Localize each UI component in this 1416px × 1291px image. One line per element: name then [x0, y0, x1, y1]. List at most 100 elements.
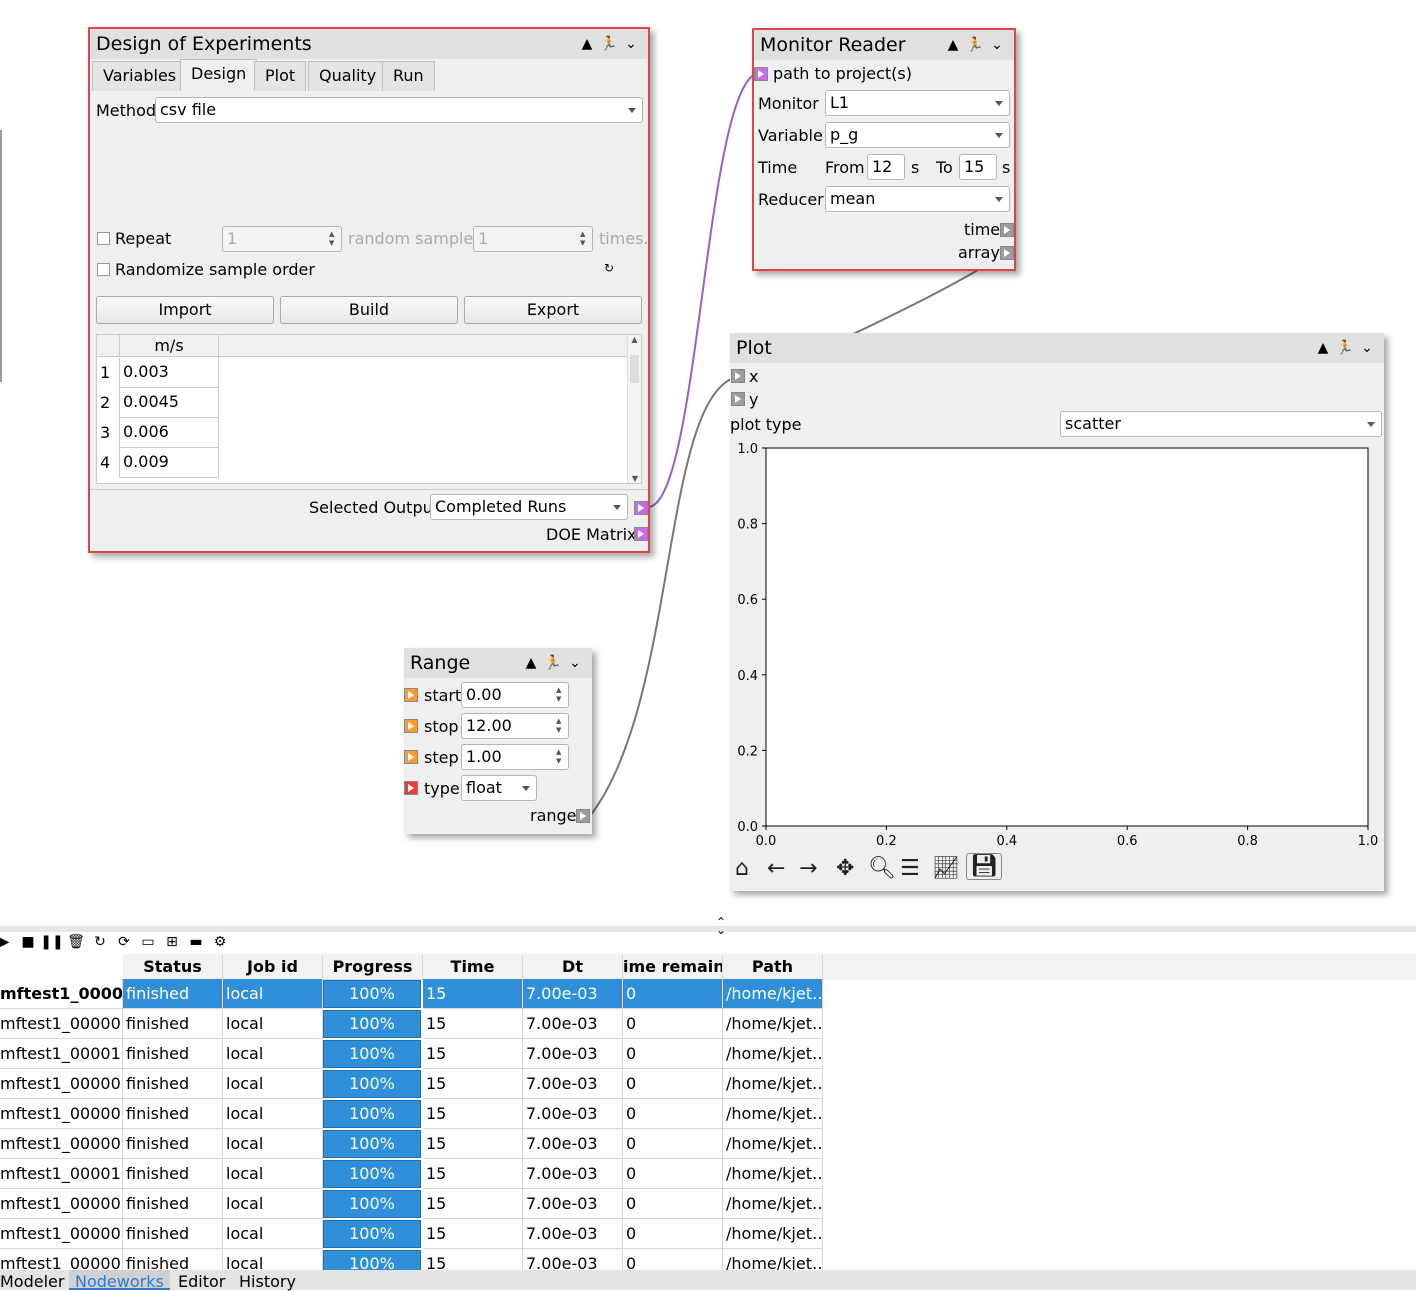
forward-icon[interactable]: →: [799, 856, 817, 881]
status-cell[interactable]: finished: [123, 1039, 223, 1069]
time-remaining-cell[interactable]: 0: [623, 979, 723, 1009]
time-cell[interactable]: 15: [423, 1159, 523, 1189]
status-cell[interactable]: finished: [123, 1009, 223, 1039]
y-terminal[interactable]: [731, 392, 745, 406]
time-remaining-cell[interactable]: 0: [623, 1039, 723, 1069]
table-row[interactable]: mftest1_000009 finished local 15 7.00e-03 0/h…: [0, 1129, 1416, 1159]
play-icon[interactable]: ▶: [0, 934, 16, 950]
table-row[interactable]: mftest1_000012 finished local 15 7.00e-03 0/h…: [0, 1039, 1416, 1069]
status-cell[interactable]: finished: [123, 1219, 223, 1249]
trash-icon[interactable]: 🗑︎: [64, 934, 88, 950]
edit-axes-icon[interactable]: 📈︎: [932, 856, 960, 881]
random-samples-spinbox[interactable]: 1 ▲ ▼: [473, 226, 593, 252]
run-icon[interactable]: 🏃: [542, 655, 564, 671]
chevron-down-icon[interactable]: ⌄: [1356, 340, 1378, 356]
table-row[interactable]: mftest1_000011 finished local 15 7.00e-03 0/h…: [0, 1159, 1416, 1189]
scatter-chart[interactable]: 0.0 0.2 0.4 0.6 0.8 1.0 0.0 0.2 0.4 0.6 0.8 1.0: [730, 440, 1382, 852]
table-scrollbar[interactable]: ▲ ▼: [627, 335, 641, 483]
time-remaining-cell[interactable]: 0: [623, 1069, 723, 1099]
path-cell[interactable]: /home/kjet…: [723, 1219, 823, 1249]
job-name-cell[interactable]: mftest1_000008: [0, 1219, 123, 1249]
time-remaining-cell[interactable]: 0: [623, 1009, 723, 1039]
status-cell[interactable]: finished: [123, 1099, 223, 1129]
folder-icon[interactable]: ▬: [184, 934, 208, 950]
path-cell[interactable]: /home/kjet…: [723, 1129, 823, 1159]
plot-type-select[interactable]: scatter: [1060, 411, 1382, 437]
x-terminal[interactable]: [731, 369, 745, 383]
job-name-cell[interactable]: mftest1_000012: [0, 1039, 123, 1069]
doe-node[interactable]: Design of Experiments ▲ 🏃 ⌄ Variables De…: [88, 27, 650, 553]
stop-terminal[interactable]: [404, 719, 418, 733]
dt-cell[interactable]: 7.00e-03: [523, 1189, 623, 1219]
path-cell[interactable]: /home/kjet…: [723, 1099, 823, 1129]
status-cell[interactable]: finished: [123, 1159, 223, 1189]
column-header[interactable]: m/s: [119, 335, 219, 357]
job-name-cell[interactable]: mftest1_000006: [0, 1069, 123, 1099]
array-terminal[interactable]: [1000, 246, 1014, 260]
time-remaining-cell[interactable]: 0: [623, 1189, 723, 1219]
job-name-cell[interactable]: mftest1_000003: [0, 1189, 123, 1219]
repeat-checkbox[interactable]: [97, 232, 110, 245]
job-id-cell[interactable]: local: [223, 979, 323, 1009]
repeat-spinbox[interactable]: 1 ▲ ▼: [222, 226, 342, 252]
tab-quality[interactable]: Quality: [308, 61, 388, 91]
time-remaining-cell[interactable]: 0: [623, 1219, 723, 1249]
start-terminal[interactable]: [404, 688, 418, 702]
path-cell[interactable]: /home/kjet…: [723, 1069, 823, 1099]
time-cell[interactable]: 15: [423, 1189, 523, 1219]
doe-matrix-table[interactable]: m/s 1 0.003 2 0.0045 3 0.006 4 0.009 ▲ ▼: [96, 334, 642, 484]
run-icon[interactable]: 🏃: [1334, 340, 1356, 356]
scroll-down-icon[interactable]: ▼: [628, 474, 641, 483]
table-row[interactable]: 2 0.0045: [97, 388, 220, 418]
table-row[interactable]: 1 0.003: [97, 358, 220, 388]
job-name-cell[interactable]: mftest1_000005: [0, 1099, 123, 1129]
header-path[interactable]: Path: [723, 954, 823, 980]
gear-icon[interactable]: ⚙: [208, 934, 232, 950]
doe-title-bar[interactable]: Design of Experiments ▲ 🏃 ⌄: [90, 29, 648, 59]
job-id-cell[interactable]: local: [223, 1189, 323, 1219]
monitor-icon[interactable]: ▭: [136, 934, 160, 950]
path-cell[interactable]: /home/kjet…: [723, 1159, 823, 1189]
range-node[interactable]: Range ▲ 🏃 ⌄ start 0.00 ▲ ▼ stop 12.00 ▲ ▼ st…: [404, 648, 592, 834]
chevron-down-icon[interactable]: ⌄: [620, 36, 642, 52]
warning-icon[interactable]: ▲: [520, 655, 542, 671]
export-button[interactable]: Export: [464, 296, 642, 324]
zoom-icon[interactable]: 🔍︎: [868, 856, 896, 881]
stop-icon[interactable]: ■: [16, 934, 40, 950]
tab-editor[interactable]: Editor: [178, 1272, 225, 1291]
randomize-checkbox[interactable]: [97, 263, 110, 276]
job-name-cell[interactable]: mftest1_000001: [0, 1009, 123, 1039]
table-row[interactable]: mftest1_000003 finished local 15 7.00e-03 0/h…: [0, 1189, 1416, 1219]
table-row[interactable]: mftest1_000002finishedlocal 157.00e-030/h…: [0, 979, 1416, 1009]
dt-cell[interactable]: 7.00e-03: [523, 1069, 623, 1099]
time-remaining-cell[interactable]: 0: [623, 1159, 723, 1189]
range-terminal[interactable]: [576, 809, 590, 823]
tab-history[interactable]: History: [239, 1272, 296, 1291]
time-remaining-cell[interactable]: 0: [623, 1129, 723, 1159]
warning-icon[interactable]: ▲: [1312, 340, 1334, 356]
tab-plot[interactable]: Plot: [254, 61, 307, 91]
import-button[interactable]: Import: [96, 296, 274, 324]
job-id-cell[interactable]: local: [223, 1219, 323, 1249]
collapse-chevron-icon[interactable]: ⌃ ⌄: [716, 916, 726, 936]
header-status[interactable]: Status: [123, 954, 223, 980]
type-terminal[interactable]: [404, 781, 418, 795]
type-select[interactable]: float: [461, 775, 537, 801]
warning-icon[interactable]: ▲: [942, 37, 964, 53]
dt-cell[interactable]: 7.00e-03: [523, 1129, 623, 1159]
header-dt[interactable]: Dt: [523, 954, 623, 980]
configure-icon[interactable]: ☰: [900, 856, 920, 881]
home-icon[interactable]: ⌂: [735, 856, 749, 881]
sync-icon[interactable]: ⟳: [112, 934, 136, 950]
job-id-cell[interactable]: local: [223, 1099, 323, 1129]
status-cell[interactable]: finished: [123, 1069, 223, 1099]
refresh-icon[interactable]: ↻: [604, 261, 614, 275]
job-id-cell[interactable]: local: [223, 1009, 323, 1039]
path-cell[interactable]: /home/kjet…: [723, 979, 823, 1009]
path-terminal[interactable]: [754, 67, 768, 81]
header-time[interactable]: Time: [423, 954, 523, 980]
time-cell[interactable]: 15: [423, 1069, 523, 1099]
warning-icon[interactable]: ▲: [576, 36, 598, 52]
selected-output-terminal[interactable]: [634, 501, 648, 515]
table-row[interactable]: mftest1_000006 finished local 15 7.00e-03 0/h…: [0, 1069, 1416, 1099]
